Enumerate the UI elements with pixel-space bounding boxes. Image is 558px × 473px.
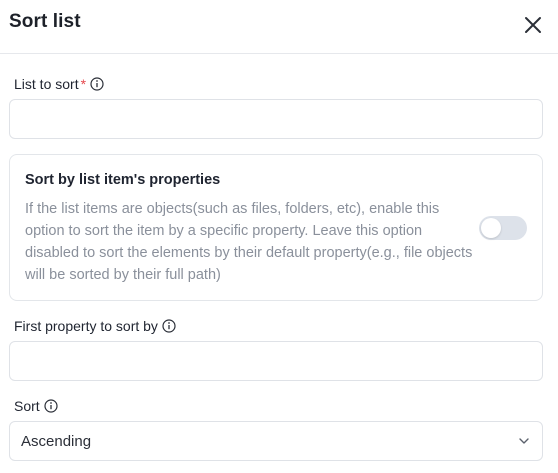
sort-by-properties-card: Sort by list item's properties If the li…	[9, 154, 543, 301]
chevron-down-icon	[519, 438, 529, 444]
list-to-sort-input[interactable]	[9, 99, 543, 139]
sort-list-dialog: Sort list List to sort * Sort by list it…	[0, 0, 558, 473]
toggle-knob	[481, 218, 501, 238]
sort-by-properties-description: If the list items are objects(such as fi…	[25, 201, 473, 283]
list-to-sort-label: List to sort *	[14, 75, 104, 93]
info-icon[interactable]	[90, 77, 104, 91]
info-icon[interactable]	[162, 319, 176, 333]
sort-order-selected: Ascending	[21, 432, 92, 450]
sort-label: Sort	[14, 397, 58, 415]
info-icon[interactable]	[44, 399, 58, 413]
sort-by-properties-title: Sort by list item's properties	[25, 172, 221, 188]
close-icon	[525, 17, 541, 33]
first-property-label-text: First property to sort by	[14, 318, 158, 334]
first-property-label: First property to sort by	[14, 317, 176, 335]
close-button[interactable]	[520, 12, 546, 38]
list-to-sort-label-text: List to sort	[14, 76, 79, 92]
dialog-header: Sort list	[0, 0, 558, 54]
sort-label-text: Sort	[14, 398, 40, 414]
dialog-title: Sort list	[9, 11, 81, 32]
first-property-input[interactable]	[9, 341, 543, 381]
sort-order-select[interactable]: Ascending	[9, 421, 543, 461]
required-marker: *	[80, 76, 87, 92]
sort-by-properties-toggle[interactable]	[479, 216, 527, 240]
